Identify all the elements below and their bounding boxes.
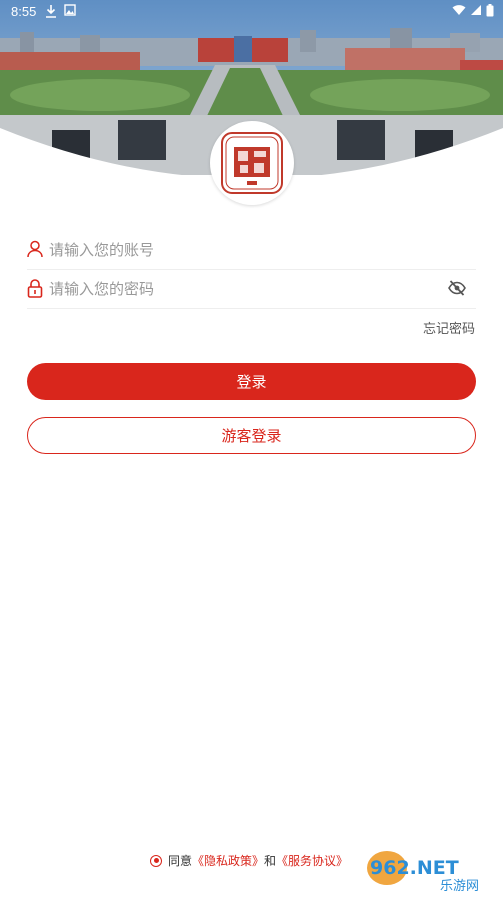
- watermark-sub: 乐游网: [440, 879, 479, 894]
- account-input[interactable]: [49, 231, 429, 269]
- lock-icon: [27, 279, 43, 303]
- agree-prefix: 同意: [168, 854, 193, 868]
- password-field[interactable]: [27, 270, 476, 309]
- password-input[interactable]: [49, 270, 429, 308]
- service-agreement-link[interactable]: 《服务协议》: [276, 852, 348, 869]
- user-icon: [27, 240, 43, 263]
- account-field[interactable]: [27, 231, 476, 270]
- download-icon: [45, 4, 57, 21]
- agree-and: 和: [264, 854, 277, 868]
- agree-radio[interactable]: [150, 854, 162, 867]
- wifi-icon: [452, 4, 466, 19]
- guest-login-button[interactable]: 游客登录: [27, 417, 476, 454]
- image-icon: [64, 4, 76, 19]
- battery-icon: [486, 4, 494, 20]
- signal-icon: [470, 4, 482, 19]
- watermark-text: 962.NET: [370, 857, 459, 879]
- hide-password-icon[interactable]: [448, 280, 466, 301]
- login-button[interactable]: 登录: [27, 363, 476, 400]
- forgot-password-link[interactable]: 忘记密码: [423, 318, 475, 337]
- status-bar: 8:55: [0, 0, 503, 24]
- agreement-row: 同意 《隐私政策》 和 《服务协议》: [150, 852, 348, 869]
- status-time: 8:55: [11, 4, 37, 19]
- university-seal-logo: [210, 121, 294, 205]
- site-watermark: 962.NET 乐游网: [362, 842, 503, 894]
- privacy-policy-link[interactable]: 《隐私政策》: [192, 852, 264, 869]
